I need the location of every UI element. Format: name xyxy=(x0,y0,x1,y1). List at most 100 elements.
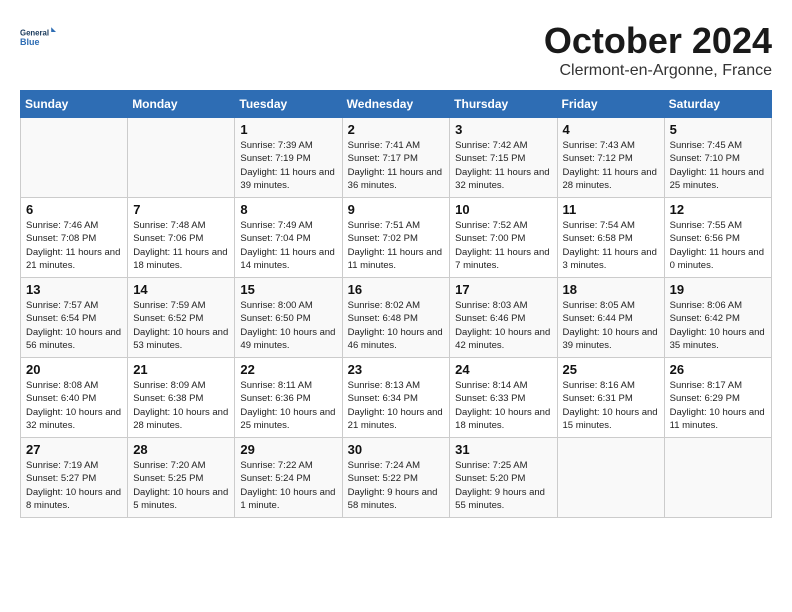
day-number: 1 xyxy=(240,122,336,137)
day-number: 18 xyxy=(563,282,659,297)
day-info: Sunrise: 8:06 AM Sunset: 6:42 PM Dayligh… xyxy=(670,299,766,352)
day-info: Sunrise: 8:09 AM Sunset: 6:38 PM Dayligh… xyxy=(133,379,229,432)
day-number: 19 xyxy=(670,282,766,297)
day-info: Sunrise: 8:00 AM Sunset: 6:50 PM Dayligh… xyxy=(240,299,336,352)
location-subtitle: Clermont-en-Argonne, France xyxy=(544,62,772,80)
day-of-week-header: Wednesday xyxy=(342,91,450,118)
day-number: 20 xyxy=(26,362,122,377)
calendar-day-cell: 12 Sunrise: 7:55 AM Sunset: 6:56 PM Dayli… xyxy=(664,198,771,278)
day-number: 22 xyxy=(240,362,336,377)
calendar-day-cell: 13 Sunrise: 7:57 AM Sunset: 6:54 PM Dayli… xyxy=(21,278,128,358)
calendar-day-cell: 23 Sunrise: 8:13 AM Sunset: 6:34 PM Dayli… xyxy=(342,358,450,438)
calendar-week-row: 6 Sunrise: 7:46 AM Sunset: 7:08 PM Daylig… xyxy=(21,198,772,278)
calendar-day-cell: 26Sunrise: 8:17 AM Sunset: 6:29 PM Dayli… xyxy=(664,358,771,438)
day-of-week-header: Thursday xyxy=(450,91,557,118)
calendar-day-cell: 1 Sunrise: 7:39 AM Sunset: 7:19 PM Daylig… xyxy=(235,118,342,198)
calendar-week-row: 13 Sunrise: 7:57 AM Sunset: 6:54 PM Dayli… xyxy=(21,278,772,358)
day-number: 5 xyxy=(670,122,766,137)
calendar-day-cell: 20Sunrise: 8:08 AM Sunset: 6:40 PM Dayli… xyxy=(21,358,128,438)
calendar-day-cell: 25 Sunrise: 8:16 AM Sunset: 6:31 PM Dayli… xyxy=(557,358,664,438)
day-number: 26 xyxy=(670,362,766,377)
calendar-day-cell: 8Sunrise: 7:49 AM Sunset: 7:04 PM Daylig… xyxy=(235,198,342,278)
day-info: Sunrise: 7:52 AM Sunset: 7:00 PM Dayligh… xyxy=(455,219,551,272)
calendar-day-cell: 3 Sunrise: 7:42 AM Sunset: 7:15 PM Daylig… xyxy=(450,118,557,198)
page-header: General Blue October 2024 Clermont-en-Ar… xyxy=(20,20,772,80)
calendar-header: SundayMondayTuesdayWednesdayThursdayFrid… xyxy=(21,91,772,118)
day-number: 28 xyxy=(133,442,229,457)
day-number: 30 xyxy=(348,442,445,457)
day-of-week-header: Friday xyxy=(557,91,664,118)
calendar-day-cell: 31Sunrise: 7:25 AM Sunset: 5:20 PM Dayli… xyxy=(450,438,557,518)
calendar-day-cell: 21 Sunrise: 8:09 AM Sunset: 6:38 PM Dayli… xyxy=(128,358,235,438)
day-number: 7 xyxy=(133,202,229,217)
calendar-week-row: 20Sunrise: 8:08 AM Sunset: 6:40 PM Dayli… xyxy=(21,358,772,438)
logo-icon: General Blue xyxy=(20,20,56,56)
calendar-day-cell: 7 Sunrise: 7:48 AM Sunset: 7:06 PM Daylig… xyxy=(128,198,235,278)
day-number: 29 xyxy=(240,442,336,457)
day-info: Sunrise: 7:54 AM Sunset: 6:58 PM Dayligh… xyxy=(563,219,659,272)
day-info: Sunrise: 7:42 AM Sunset: 7:15 PM Dayligh… xyxy=(455,139,551,192)
day-info: Sunrise: 7:49 AM Sunset: 7:04 PM Dayligh… xyxy=(240,219,336,272)
day-info: Sunrise: 7:43 AM Sunset: 7:12 PM Dayligh… xyxy=(563,139,659,192)
day-number: 21 xyxy=(133,362,229,377)
day-info: Sunrise: 8:16 AM Sunset: 6:31 PM Dayligh… xyxy=(563,379,659,432)
day-number: 4 xyxy=(563,122,659,137)
day-number: 9 xyxy=(348,202,445,217)
day-number: 12 xyxy=(670,202,766,217)
day-number: 14 xyxy=(133,282,229,297)
day-number: 13 xyxy=(26,282,122,297)
calendar-day-cell: 15Sunrise: 8:00 AM Sunset: 6:50 PM Dayli… xyxy=(235,278,342,358)
calendar-day-cell: 5 Sunrise: 7:45 AM Sunset: 7:10 PM Daylig… xyxy=(664,118,771,198)
day-info: Sunrise: 7:48 AM Sunset: 7:06 PM Dayligh… xyxy=(133,219,229,272)
day-info: Sunrise: 7:45 AM Sunset: 7:10 PM Dayligh… xyxy=(670,139,766,192)
day-info: Sunrise: 7:25 AM Sunset: 5:20 PM Dayligh… xyxy=(455,459,551,512)
calendar-day-cell: 10Sunrise: 7:52 AM Sunset: 7:00 PM Dayli… xyxy=(450,198,557,278)
day-of-week-header: Saturday xyxy=(664,91,771,118)
calendar-day-cell: 4 Sunrise: 7:43 AM Sunset: 7:12 PM Daylig… xyxy=(557,118,664,198)
day-info: Sunrise: 7:41 AM Sunset: 7:17 PM Dayligh… xyxy=(348,139,445,192)
day-number: 3 xyxy=(455,122,551,137)
day-info: Sunrise: 8:13 AM Sunset: 6:34 PM Dayligh… xyxy=(348,379,445,432)
day-number: 17 xyxy=(455,282,551,297)
day-info: Sunrise: 8:03 AM Sunset: 6:46 PM Dayligh… xyxy=(455,299,551,352)
day-number: 11 xyxy=(563,202,659,217)
day-info: Sunrise: 7:59 AM Sunset: 6:52 PM Dayligh… xyxy=(133,299,229,352)
day-info: Sunrise: 7:24 AM Sunset: 5:22 PM Dayligh… xyxy=(348,459,445,512)
day-info: Sunrise: 7:51 AM Sunset: 7:02 PM Dayligh… xyxy=(348,219,445,272)
calendar-day-cell: 9 Sunrise: 7:51 AM Sunset: 7:02 PM Daylig… xyxy=(342,198,450,278)
calendar-day-cell xyxy=(128,118,235,198)
month-title: October 2024 xyxy=(544,20,772,62)
calendar-day-cell: 19 Sunrise: 8:06 AM Sunset: 6:42 PM Dayli… xyxy=(664,278,771,358)
calendar-day-cell: 11 Sunrise: 7:54 AM Sunset: 6:58 PM Dayli… xyxy=(557,198,664,278)
logo: General Blue xyxy=(20,20,56,56)
title-block: October 2024 Clermont-en-Argonne, France xyxy=(544,20,772,80)
day-number: 16 xyxy=(348,282,445,297)
day-of-week-header: Sunday xyxy=(21,91,128,118)
calendar-week-row: 1 Sunrise: 7:39 AM Sunset: 7:19 PM Daylig… xyxy=(21,118,772,198)
calendar-day-cell: 22 Sunrise: 8:11 AM Sunset: 6:36 PM Dayli… xyxy=(235,358,342,438)
day-info: Sunrise: 7:55 AM Sunset: 6:56 PM Dayligh… xyxy=(670,219,766,272)
day-info: Sunrise: 8:14 AM Sunset: 6:33 PM Dayligh… xyxy=(455,379,551,432)
day-number: 24 xyxy=(455,362,551,377)
calendar-day-cell: 14 Sunrise: 7:59 AM Sunset: 6:52 PM Dayli… xyxy=(128,278,235,358)
day-number: 2 xyxy=(348,122,445,137)
day-of-week-header: Monday xyxy=(128,91,235,118)
calendar-day-cell: 2 Sunrise: 7:41 AM Sunset: 7:17 PM Daylig… xyxy=(342,118,450,198)
calendar-day-cell: 6 Sunrise: 7:46 AM Sunset: 7:08 PM Daylig… xyxy=(21,198,128,278)
day-info: Sunrise: 7:46 AM Sunset: 7:08 PM Dayligh… xyxy=(26,219,122,272)
day-of-week-header: Tuesday xyxy=(235,91,342,118)
calendar-day-cell: 24 Sunrise: 8:14 AM Sunset: 6:33 PM Dayli… xyxy=(450,358,557,438)
day-info: Sunrise: 8:05 AM Sunset: 6:44 PM Dayligh… xyxy=(563,299,659,352)
calendar-table: SundayMondayTuesdayWednesdayThursdayFrid… xyxy=(20,90,772,518)
day-info: Sunrise: 7:39 AM Sunset: 7:19 PM Dayligh… xyxy=(240,139,336,192)
calendar-day-cell xyxy=(557,438,664,518)
day-info: Sunrise: 7:57 AM Sunset: 6:54 PM Dayligh… xyxy=(26,299,122,352)
day-number: 27 xyxy=(26,442,122,457)
calendar-day-cell: 17 Sunrise: 8:03 AM Sunset: 6:46 PM Dayli… xyxy=(450,278,557,358)
day-number: 6 xyxy=(26,202,122,217)
day-number: 23 xyxy=(348,362,445,377)
calendar-week-row: 27Sunrise: 7:19 AM Sunset: 5:27 PM Dayli… xyxy=(21,438,772,518)
svg-text:Blue: Blue xyxy=(20,37,40,47)
day-number: 25 xyxy=(563,362,659,377)
day-info: Sunrise: 8:11 AM Sunset: 6:36 PM Dayligh… xyxy=(240,379,336,432)
